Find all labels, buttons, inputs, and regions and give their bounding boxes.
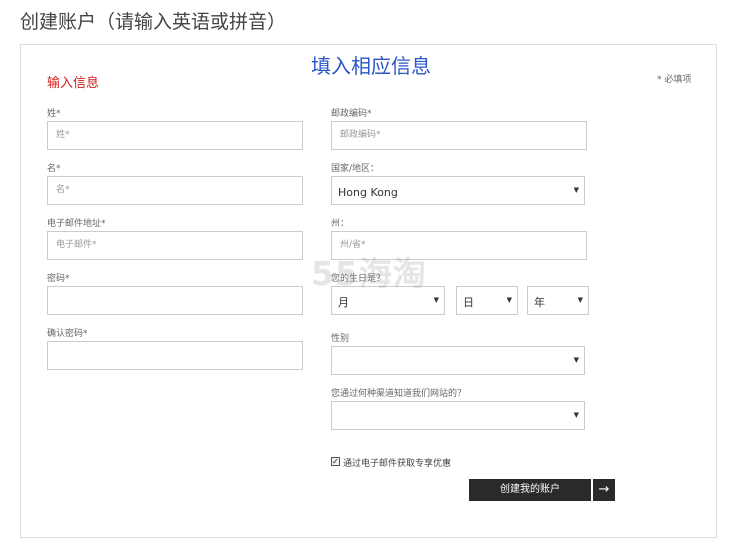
overlay-title: 填入相应信息 xyxy=(311,54,431,78)
chevron-down-icon: ▼ xyxy=(573,411,579,419)
password-input[interactable] xyxy=(47,286,303,315)
chevron-down-icon: ▼ xyxy=(577,296,583,304)
first-name-input[interactable]: 名* xyxy=(47,176,303,205)
email-label: 电子邮件地址* xyxy=(47,219,106,229)
newsletter-checkbox[interactable]: ✓ xyxy=(331,457,340,466)
referral-select[interactable]: ▼ xyxy=(331,401,585,430)
chevron-down-icon: ▼ xyxy=(433,296,439,304)
gender-select[interactable]: ▼ xyxy=(331,346,585,375)
birth-year-value: 年 xyxy=(534,296,545,309)
page-title: 创建账户（请输入英语或拼音） xyxy=(20,11,287,33)
required-note: * 必填项 xyxy=(657,75,692,85)
state-label: 州： xyxy=(331,219,350,229)
newsletter-label: 通过电子邮件获取专享优惠 xyxy=(343,459,452,469)
chevron-down-icon: ▼ xyxy=(573,356,579,364)
watermark-logo: 55海淘 xyxy=(311,254,427,293)
chevron-down-icon: ▼ xyxy=(506,296,512,304)
last-name-input[interactable]: 姓* xyxy=(47,121,303,150)
last-name-label: 姓* xyxy=(47,109,61,119)
birth-month-value: 月 xyxy=(338,296,349,309)
first-name-label: 名* xyxy=(47,164,61,174)
section-title: 输入信息 xyxy=(47,76,100,91)
arrow-right-icon[interactable]: → xyxy=(593,479,615,501)
country-label: 国家/地区： xyxy=(331,164,380,174)
country-value: Hong Kong xyxy=(338,186,398,199)
postal-code-input[interactable]: 邮政编码* xyxy=(331,121,587,150)
password-label: 密码* xyxy=(47,274,70,284)
create-account-button[interactable]: 创建我的账户 xyxy=(469,479,591,501)
country-select[interactable]: Hong Kong ▼ xyxy=(331,176,585,205)
confirm-password-label: 确认密码* xyxy=(47,329,88,339)
email-input[interactable]: 电子邮件* xyxy=(47,231,303,260)
birth-day-select[interactable]: 日 ▼ xyxy=(456,286,518,315)
gender-label: 性别 xyxy=(331,334,350,344)
referral-label: 您通过何种渠道知道我们网站的？ xyxy=(331,389,467,399)
confirm-password-input[interactable] xyxy=(47,341,303,370)
chevron-down-icon: ▼ xyxy=(573,186,579,194)
birth-year-select[interactable]: 年 ▼ xyxy=(527,286,589,315)
postal-code-label: 邮政编码* xyxy=(331,109,372,119)
birth-day-value: 日 xyxy=(463,296,474,309)
